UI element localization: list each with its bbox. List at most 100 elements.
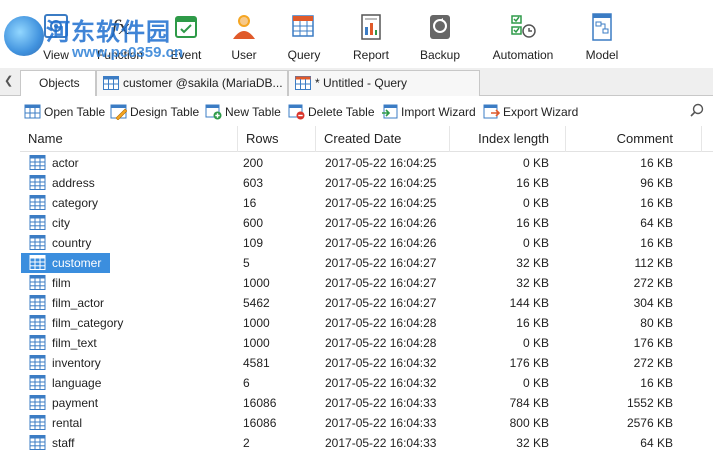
table-row[interactable]: actor 200 2017-05-22 16:04:25 0 KB 16 KB: [20, 153, 713, 173]
cell-index-length: 0 KB: [522, 336, 549, 350]
new-table-label: New Table: [225, 105, 281, 119]
objects-table: Name Rows Created Date Index length Comm…: [20, 126, 713, 460]
cell-index-length: 32 KB: [516, 256, 549, 270]
column-header-index-length[interactable]: Index length: [450, 126, 566, 152]
cell-rows: 1000: [243, 276, 270, 290]
table-icon: [29, 235, 46, 250]
report-icon: [361, 14, 381, 40]
cell-name: rental: [52, 416, 83, 430]
cell-index-length: 0 KB: [522, 376, 549, 390]
ribbon-query-button[interactable]: Query: [278, 8, 330, 66]
table-row[interactable]: language 6 2017-05-22 16:04:32 0 KB 16 KB: [20, 373, 713, 393]
automation-icon: [511, 15, 536, 38]
cell-comment: 80 KB: [640, 316, 673, 330]
table-row[interactable]: address 603 2017-05-22 16:04:25 16 KB 96 KB: [20, 173, 713, 193]
table-row[interactable]: rental 16086 2017-05-22 16:04:33 800 KB 2576…: [20, 413, 713, 433]
cell-index-length: 784 KB: [509, 396, 549, 410]
cell-comment: 112 KB: [634, 256, 673, 270]
ribbon-function-button[interactable]: fx Function: [92, 8, 148, 66]
ribbon-model-button[interactable]: Model: [576, 8, 628, 66]
ribbon-view-button[interactable]: View: [28, 8, 84, 66]
cell-name: category: [52, 196, 99, 210]
cell-comment: 304 KB: [633, 296, 673, 310]
ribbon-report-label: Report: [352, 48, 390, 62]
cell-created-date: 2017-05-22 16:04:25: [325, 156, 437, 170]
ribbon-event-button[interactable]: Event: [158, 8, 214, 66]
cell-name: payment: [52, 396, 99, 410]
cell-rows: 16086: [243, 416, 277, 430]
delete-table-icon: [288, 104, 305, 120]
ribbon-automation-button[interactable]: Automation: [488, 8, 558, 66]
table-row[interactable]: film 1000 2017-05-22 16:04:27 32 KB 272 KB: [20, 273, 713, 293]
open-table-label: Open Table: [44, 105, 106, 119]
search-icon[interactable]: [690, 103, 704, 117]
cell-comment: 16 KB: [640, 196, 673, 210]
table-icon: [29, 255, 46, 270]
query-tab-icon: [295, 76, 311, 90]
ribbon-report-button[interactable]: Report: [344, 8, 398, 66]
table-row[interactable]: country 109 2017-05-22 16:04:26 0 KB 16 KB: [20, 233, 713, 253]
cell-name: address: [52, 176, 95, 190]
table-row[interactable]: film_text 1000 2017-05-22 16:04:28 0 KB 176 …: [20, 333, 713, 353]
import-wizard-label: Import Wizard: [401, 105, 476, 119]
table-row[interactable]: film_actor 5462 2017-05-22 16:04:27 144 KB 3…: [20, 293, 713, 313]
cell-created-date: 2017-05-22 16:04:32: [325, 356, 437, 370]
table-row[interactable]: category 16 2017-05-22 16:04:25 0 KB 16 KB: [20, 193, 713, 213]
open-table-icon: [24, 104, 41, 119]
cell-created-date: 2017-05-22 16:04:26: [325, 216, 437, 230]
user-icon: [233, 15, 255, 39]
table-icon: [29, 375, 46, 390]
cell-index-length: 176 KB: [509, 356, 549, 370]
cell-created-date: 2017-05-22 16:04:27: [325, 276, 437, 290]
cell-rows: 109: [243, 236, 264, 250]
table-icon: [29, 415, 46, 430]
cell-index-length: 16 KB: [516, 176, 549, 190]
tab-objects[interactable]: Objects: [20, 70, 96, 97]
document-tab-bar: ❮ Objects customer @sakila (MariaDB... *…: [0, 68, 713, 97]
export-wizard-label: Export Wizard: [503, 105, 579, 119]
cell-rows: 5: [243, 256, 250, 270]
cell-comment: 272 KB: [633, 356, 673, 370]
table-row[interactable]: city 600 2017-05-22 16:04:26 16 KB 64 KB: [20, 213, 713, 233]
svg-text:fx: fx: [109, 15, 130, 39]
cell-rows: 600: [243, 216, 264, 230]
cell-index-length: 16 KB: [516, 316, 549, 330]
cell-name: city: [52, 216, 70, 230]
table-row[interactable]: inventory 4581 2017-05-22 16:04:32 176 KB 27…: [20, 353, 713, 373]
column-header-comment[interactable]: Comment: [566, 126, 702, 152]
table-icon: [29, 315, 46, 330]
cell-created-date: 2017-05-22 16:04:33: [325, 396, 437, 410]
ribbon-user-button[interactable]: User: [218, 8, 270, 66]
cell-comment: 272 KB: [633, 276, 673, 290]
import-wizard-icon: [382, 104, 398, 119]
column-header-name[interactable]: Name: [20, 126, 238, 152]
cell-name: customer: [52, 256, 102, 270]
cell-index-length: 0 KB: [522, 156, 549, 170]
table-row[interactable]: staff 2 2017-05-22 16:04:33 32 KB 64 KB: [20, 433, 713, 453]
cell-index-length: 800 KB: [509, 416, 549, 430]
cell-index-length: 32 KB: [516, 276, 549, 290]
ribbon-backup-button[interactable]: Backup: [412, 8, 468, 66]
cell-name: inventory: [52, 356, 101, 370]
cell-name: staff: [52, 436, 75, 450]
cell-created-date: 2017-05-22 16:04:28: [325, 336, 437, 350]
column-header-rows[interactable]: Rows: [238, 126, 316, 152]
cell-created-date: 2017-05-22 16:04:28: [325, 316, 437, 330]
cell-comment: 2576 KB: [626, 416, 673, 430]
object-toolbar: Open Table Design Table New Table Delete…: [0, 96, 713, 126]
table-row[interactable]: film_category 1000 2017-05-22 16:04:28 16 K…: [20, 313, 713, 333]
ribbon-backup-label: Backup: [419, 48, 461, 62]
tab-scroll-left-icon[interactable]: ❮: [4, 74, 16, 90]
cell-rows: 1000: [243, 316, 270, 330]
table-row[interactable]: payment 16086 2017-05-22 16:04:33 784 KB 155…: [20, 393, 713, 413]
tab-customer-table[interactable]: customer @sakila (MariaDB...: [96, 70, 288, 96]
cell-created-date: 2017-05-22 16:04:33: [325, 416, 437, 430]
ribbon-model-label: Model: [585, 48, 619, 62]
delete-table-label: Delete Table: [308, 105, 375, 119]
tab-untitled-query[interactable]: * Untitled - Query: [288, 70, 480, 96]
cell-rows: 1000: [243, 336, 270, 350]
column-header-created-date[interactable]: Created Date: [316, 126, 450, 152]
table-row[interactable]: customer 5 2017-05-22 16:04:27 32 KB 112 KB: [20, 253, 713, 273]
cell-name: film_text: [52, 336, 97, 350]
query-icon: [292, 15, 314, 37]
